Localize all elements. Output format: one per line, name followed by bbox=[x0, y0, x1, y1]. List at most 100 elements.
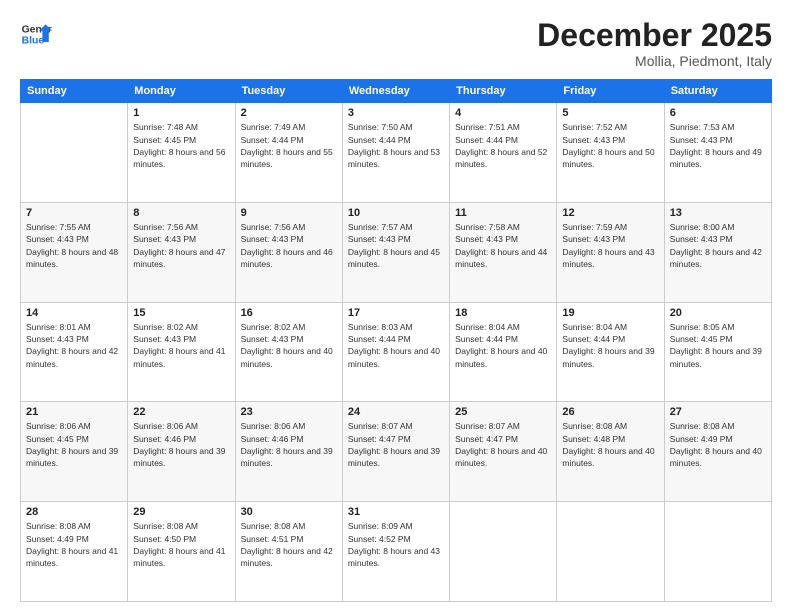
sunset: Sunset: 4:48 PM bbox=[562, 434, 625, 444]
sunrise: Sunrise: 8:08 AM bbox=[670, 421, 735, 431]
daylight: Daylight: 8 hours and 45 minutes. bbox=[348, 247, 440, 269]
day-number: 20 bbox=[670, 307, 766, 319]
cell-w3-d3: 24 Sunrise: 8:07 AM Sunset: 4:47 PM Dayl… bbox=[342, 402, 449, 502]
day-info: Sunrise: 8:08 AM Sunset: 4:51 PM Dayligh… bbox=[241, 520, 337, 569]
daylight: Daylight: 8 hours and 43 minutes. bbox=[348, 546, 440, 568]
col-monday: Monday bbox=[128, 80, 235, 103]
day-info: Sunrise: 8:01 AM Sunset: 4:43 PM Dayligh… bbox=[26, 321, 122, 370]
sunrise: Sunrise: 8:08 AM bbox=[133, 521, 198, 531]
day-info: Sunrise: 8:04 AM Sunset: 4:44 PM Dayligh… bbox=[562, 321, 658, 370]
sunrise: Sunrise: 8:01 AM bbox=[26, 322, 91, 332]
daylight: Daylight: 8 hours and 40 minutes. bbox=[455, 346, 547, 368]
sunrise: Sunrise: 7:49 AM bbox=[241, 122, 306, 132]
cell-w1-d4: 11 Sunrise: 7:58 AM Sunset: 4:43 PM Dayl… bbox=[450, 202, 557, 302]
daylight: Daylight: 8 hours and 47 minutes. bbox=[133, 247, 225, 269]
daylight: Daylight: 8 hours and 46 minutes. bbox=[241, 247, 333, 269]
day-number: 6 bbox=[670, 107, 766, 119]
sunrise: Sunrise: 7:56 AM bbox=[133, 222, 198, 232]
day-number: 27 bbox=[670, 406, 766, 418]
sunrise: Sunrise: 7:48 AM bbox=[133, 122, 198, 132]
day-info: Sunrise: 8:08 AM Sunset: 4:49 PM Dayligh… bbox=[670, 420, 766, 469]
day-number: 4 bbox=[455, 107, 551, 119]
month-title: December 2025 bbox=[537, 18, 772, 53]
header: General Blue December 2025 Mollia, Piedm… bbox=[20, 18, 772, 69]
day-info: Sunrise: 8:08 AM Sunset: 4:49 PM Dayligh… bbox=[26, 520, 122, 569]
day-number: 17 bbox=[348, 307, 444, 319]
sunset: Sunset: 4:43 PM bbox=[562, 135, 625, 145]
logo-icon: General Blue bbox=[20, 18, 52, 50]
day-number: 18 bbox=[455, 307, 551, 319]
sunrise: Sunrise: 8:08 AM bbox=[562, 421, 627, 431]
sunrise: Sunrise: 7:59 AM bbox=[562, 222, 627, 232]
cell-w4-d4 bbox=[450, 502, 557, 602]
daylight: Daylight: 8 hours and 39 minutes. bbox=[670, 346, 762, 368]
sunset: Sunset: 4:44 PM bbox=[348, 135, 411, 145]
week-row-1: 7 Sunrise: 7:55 AM Sunset: 4:43 PM Dayli… bbox=[21, 202, 772, 302]
day-info: Sunrise: 7:57 AM Sunset: 4:43 PM Dayligh… bbox=[348, 221, 444, 270]
cell-w3-d2: 23 Sunrise: 8:06 AM Sunset: 4:46 PM Dayl… bbox=[235, 402, 342, 502]
day-number: 30 bbox=[241, 506, 337, 518]
cell-w1-d2: 9 Sunrise: 7:56 AM Sunset: 4:43 PM Dayli… bbox=[235, 202, 342, 302]
sunrise: Sunrise: 7:57 AM bbox=[348, 222, 413, 232]
cell-w4-d3: 31 Sunrise: 8:09 AM Sunset: 4:52 PM Dayl… bbox=[342, 502, 449, 602]
sunrise: Sunrise: 8:08 AM bbox=[241, 521, 306, 531]
cell-w2-d4: 18 Sunrise: 8:04 AM Sunset: 4:44 PM Dayl… bbox=[450, 302, 557, 402]
sunrise: Sunrise: 8:02 AM bbox=[133, 322, 198, 332]
day-number: 9 bbox=[241, 207, 337, 219]
col-wednesday: Wednesday bbox=[342, 80, 449, 103]
cell-w0-d3: 3 Sunrise: 7:50 AM Sunset: 4:44 PM Dayli… bbox=[342, 103, 449, 203]
day-number: 28 bbox=[26, 506, 122, 518]
day-info: Sunrise: 8:03 AM Sunset: 4:44 PM Dayligh… bbox=[348, 321, 444, 370]
cell-w3-d0: 21 Sunrise: 8:06 AM Sunset: 4:45 PM Dayl… bbox=[21, 402, 128, 502]
day-number: 16 bbox=[241, 307, 337, 319]
cell-w0-d0 bbox=[21, 103, 128, 203]
col-thursday: Thursday bbox=[450, 80, 557, 103]
cell-w0-d5: 5 Sunrise: 7:52 AM Sunset: 4:43 PM Dayli… bbox=[557, 103, 664, 203]
daylight: Daylight: 8 hours and 39 minutes. bbox=[133, 446, 225, 468]
sunset: Sunset: 4:44 PM bbox=[562, 334, 625, 344]
week-row-2: 14 Sunrise: 8:01 AM Sunset: 4:43 PM Dayl… bbox=[21, 302, 772, 402]
logo: General Blue bbox=[20, 18, 52, 50]
day-info: Sunrise: 8:08 AM Sunset: 4:48 PM Dayligh… bbox=[562, 420, 658, 469]
sunset: Sunset: 4:44 PM bbox=[241, 135, 304, 145]
sunset: Sunset: 4:51 PM bbox=[241, 534, 304, 544]
cell-w2-d1: 15 Sunrise: 8:02 AM Sunset: 4:43 PM Dayl… bbox=[128, 302, 235, 402]
sunrise: Sunrise: 8:08 AM bbox=[26, 521, 91, 531]
day-info: Sunrise: 8:08 AM Sunset: 4:50 PM Dayligh… bbox=[133, 520, 229, 569]
sunset: Sunset: 4:43 PM bbox=[133, 234, 196, 244]
daylight: Daylight: 8 hours and 56 minutes. bbox=[133, 147, 225, 169]
cell-w1-d3: 10 Sunrise: 7:57 AM Sunset: 4:43 PM Dayl… bbox=[342, 202, 449, 302]
cell-w4-d0: 28 Sunrise: 8:08 AM Sunset: 4:49 PM Dayl… bbox=[21, 502, 128, 602]
calendar-header-row: Sunday Monday Tuesday Wednesday Thursday… bbox=[21, 80, 772, 103]
daylight: Daylight: 8 hours and 40 minutes. bbox=[455, 446, 547, 468]
daylight: Daylight: 8 hours and 41 minutes. bbox=[133, 546, 225, 568]
daylight: Daylight: 8 hours and 43 minutes. bbox=[562, 247, 654, 269]
day-info: Sunrise: 7:56 AM Sunset: 4:43 PM Dayligh… bbox=[133, 221, 229, 270]
title-block: December 2025 Mollia, Piedmont, Italy bbox=[537, 18, 772, 69]
day-number: 31 bbox=[348, 506, 444, 518]
daylight: Daylight: 8 hours and 50 minutes. bbox=[562, 147, 654, 169]
sunrise: Sunrise: 7:50 AM bbox=[348, 122, 413, 132]
cell-w1-d1: 8 Sunrise: 7:56 AM Sunset: 4:43 PM Dayli… bbox=[128, 202, 235, 302]
cell-w2-d2: 16 Sunrise: 8:02 AM Sunset: 4:43 PM Dayl… bbox=[235, 302, 342, 402]
day-info: Sunrise: 8:06 AM Sunset: 4:46 PM Dayligh… bbox=[133, 420, 229, 469]
day-number: 15 bbox=[133, 307, 229, 319]
day-number: 19 bbox=[562, 307, 658, 319]
sunrise: Sunrise: 8:04 AM bbox=[562, 322, 627, 332]
cell-w1-d0: 7 Sunrise: 7:55 AM Sunset: 4:43 PM Dayli… bbox=[21, 202, 128, 302]
day-info: Sunrise: 8:07 AM Sunset: 4:47 PM Dayligh… bbox=[455, 420, 551, 469]
sunset: Sunset: 4:43 PM bbox=[670, 135, 733, 145]
daylight: Daylight: 8 hours and 42 minutes. bbox=[670, 247, 762, 269]
cell-w2-d0: 14 Sunrise: 8:01 AM Sunset: 4:43 PM Dayl… bbox=[21, 302, 128, 402]
col-friday: Friday bbox=[557, 80, 664, 103]
week-row-4: 28 Sunrise: 8:08 AM Sunset: 4:49 PM Dayl… bbox=[21, 502, 772, 602]
sunset: Sunset: 4:43 PM bbox=[455, 234, 518, 244]
day-info: Sunrise: 7:59 AM Sunset: 4:43 PM Dayligh… bbox=[562, 221, 658, 270]
daylight: Daylight: 8 hours and 39 minutes. bbox=[241, 446, 333, 468]
day-number: 29 bbox=[133, 506, 229, 518]
sunrise: Sunrise: 8:09 AM bbox=[348, 521, 413, 531]
sunset: Sunset: 4:49 PM bbox=[26, 534, 89, 544]
day-number: 22 bbox=[133, 406, 229, 418]
sunset: Sunset: 4:47 PM bbox=[455, 434, 518, 444]
sunrise: Sunrise: 8:00 AM bbox=[670, 222, 735, 232]
